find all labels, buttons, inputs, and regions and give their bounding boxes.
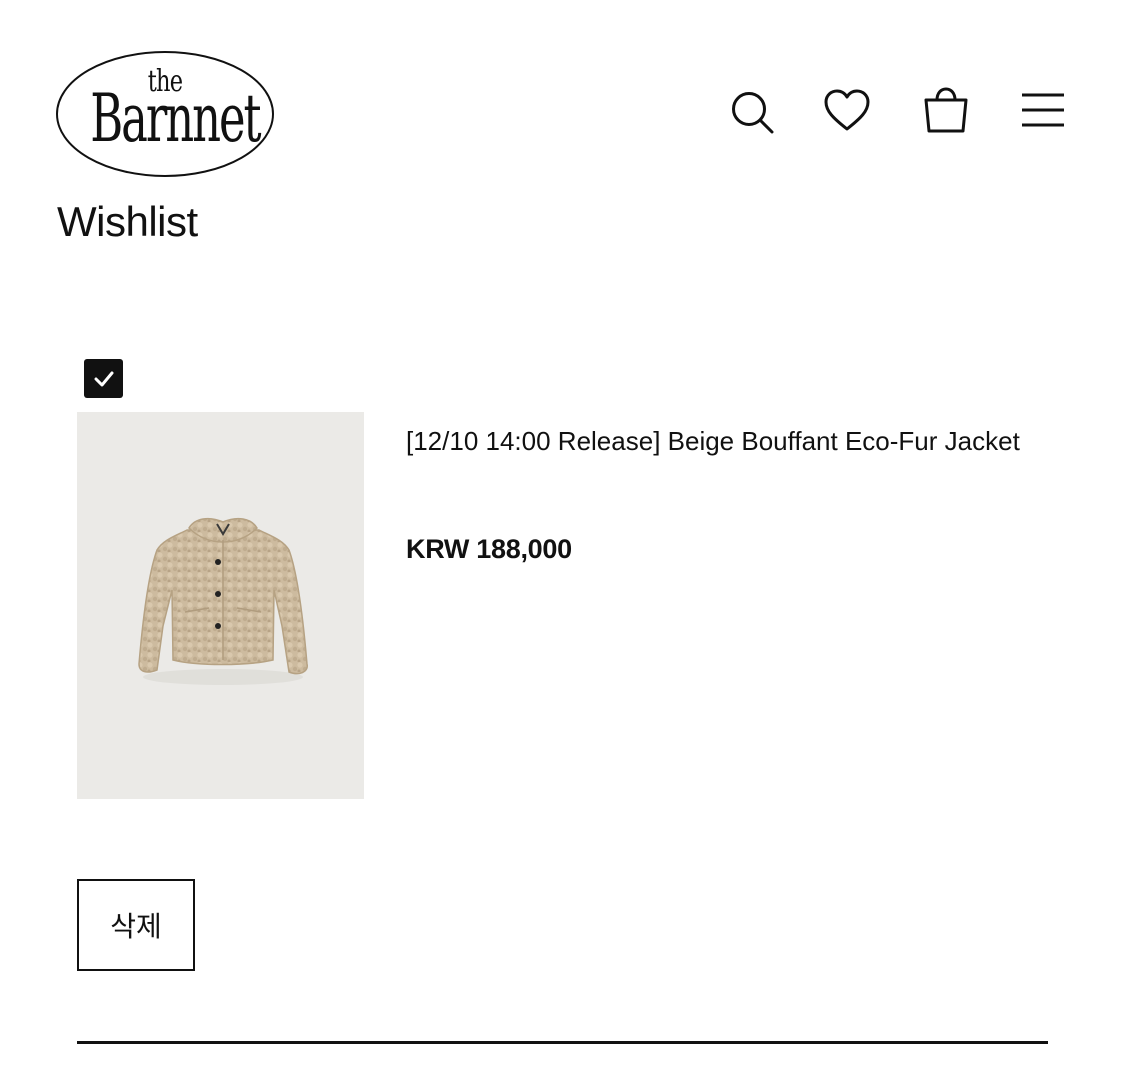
hamburger-menu-icon xyxy=(1022,93,1064,127)
product-image[interactable] xyxy=(77,412,364,799)
fur-jacket-image xyxy=(138,517,308,685)
search-button[interactable] xyxy=(725,86,777,136)
wishlist-page: the Barnnet Wishlist [12/10 14:00 Releas… xyxy=(0,0,1125,1067)
item-select-checkbox[interactable] xyxy=(84,359,123,398)
logo-brand-word: Barnnet xyxy=(90,80,261,157)
page-title: Wishlist xyxy=(57,198,198,245)
product-name-link[interactable]: [12/10 14:00 Release] Beige Bouffant Eco… xyxy=(406,418,1026,464)
wishlist-button[interactable] xyxy=(821,86,873,136)
brand-logo[interactable]: the Barnnet xyxy=(55,50,275,180)
cart-button[interactable] xyxy=(920,86,972,136)
shopping-bag-icon xyxy=(924,87,968,133)
heart-icon xyxy=(824,89,870,131)
section-divider xyxy=(77,1041,1048,1044)
delete-button[interactable]: 삭제 xyxy=(77,879,195,971)
checkmark-icon xyxy=(94,371,113,386)
menu-button[interactable] xyxy=(1017,86,1069,136)
search-icon xyxy=(732,92,774,134)
product-price: KRW 188,000 xyxy=(406,534,572,564)
